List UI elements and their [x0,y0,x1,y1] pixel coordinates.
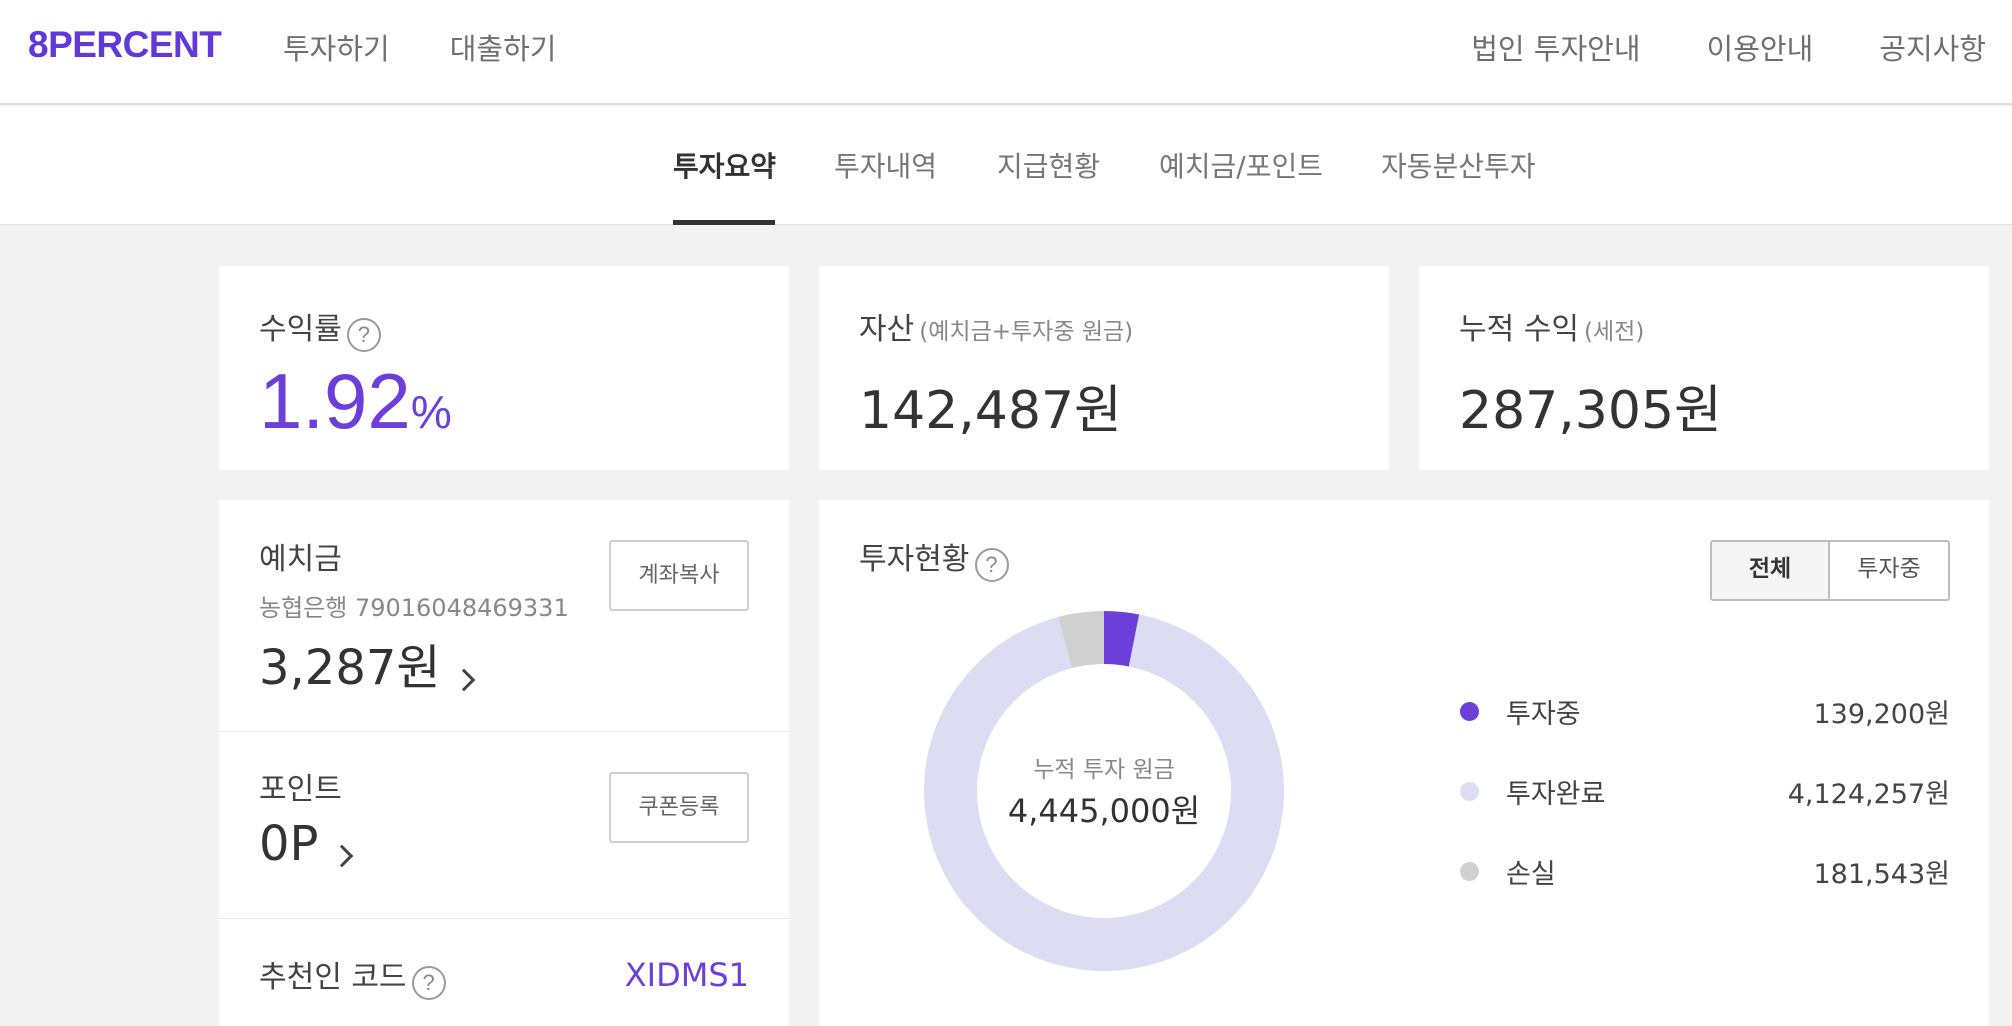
legend-name: 손실 [1506,859,1556,890]
legend-name: 투자완료 [1506,779,1606,810]
assets-value: 142,487원 [859,381,1122,441]
tab-auto-diversified[interactable]: 자동분산투자 [1381,145,1536,185]
copy-account-button[interactable]: 계좌복사 [609,540,749,611]
points-label: 포인트 [259,772,342,807]
assets-sublabel: (예치금+투자중 원금) [919,319,1134,345]
main-nav: 투자하기 대출하기 [283,26,556,68]
nav-corporate-invest-guide[interactable]: 법인 투자안내 [1471,26,1640,68]
investment-filter-toggle: 전체 투자중 [1710,540,1950,601]
assets-card: 자산 (예치금+투자중 원금) 142,487원 [819,266,1389,470]
chevron-right-icon [330,844,353,867]
tab-payment-status[interactable]: 지급현황 [997,145,1100,185]
filter-all-button[interactable]: 전체 [1712,542,1830,599]
logo[interactable]: 8PERCENT [28,24,222,66]
legend-name: 투자중 [1506,699,1581,730]
legend-dot-completed [1460,782,1479,801]
register-coupon-button[interactable]: 쿠폰등록 [609,772,749,843]
help-icon[interactable]: ? [411,965,446,1000]
nav-notice[interactable]: 공지사항 [1879,26,1986,68]
donut-center-label: 누적 투자 원금 [1033,757,1175,783]
legend-item-completed: 투자완료 4,124,257원 [1460,770,1950,810]
cumulative-value: 287,305원 [1459,381,1722,441]
donut-center-value: 4,445,000원 [1007,792,1201,830]
legend-dot-in-progress [1460,702,1479,721]
points-value: 0P [259,816,319,872]
top-navbar: 8PERCENT 투자하기 대출하기 법인 투자안내 이용안내 공지사항 [0,0,2012,105]
legend-item-in-progress: 투자중 139,200원 [1460,690,1950,730]
deposit-amount-link[interactable]: 3,287원 [259,628,475,698]
divider [219,918,789,919]
legend-value: 4,124,257원 [1787,779,1950,810]
nav-usage-guide[interactable]: 이용안내 [1707,26,1814,68]
divider [219,731,789,732]
deposit-account-number: 농협은행 79016048469331 [259,594,569,622]
tab-deposit-points[interactable]: 예치금/포인트 [1159,145,1323,185]
cumulative-sublabel: (세전) [1584,319,1645,345]
legend-value: 139,200원 [1813,699,1951,730]
help-icon[interactable]: ? [346,317,381,352]
active-tab-indicator [673,220,775,225]
referral-label: 추천인 코드 [259,960,407,995]
yield-value: 1.92% [259,357,452,445]
nav-loan[interactable]: 대출하기 [450,26,557,68]
utility-nav: 법인 투자안내 이용안내 공지사항 [1471,26,1986,68]
yield-label: 수익률 [259,312,342,347]
legend-dot-loss [1460,862,1479,881]
legend-value: 181,543원 [1813,859,1951,890]
tab-investment-summary[interactable]: 투자요약 [673,145,776,185]
chevron-right-icon [452,668,475,691]
deposit-label: 예치금 [259,542,342,577]
investment-status-label: 투자현황 [859,542,970,577]
help-icon[interactable]: ? [974,547,1009,582]
legend-item-loss: 손실 181,543원 [1460,850,1950,890]
sub-tab-bar: 투자요약 투자내역 지급현황 예치금/포인트 자동분산투자 [0,107,2012,225]
yield-unit: % [410,386,452,438]
points-amount-link[interactable]: 0P [259,816,353,872]
assets-label: 자산 [859,312,915,347]
cumulative-label: 누적 수익 [1459,312,1579,347]
tab-investment-history[interactable]: 투자내역 [834,145,937,185]
cumulative-earnings-card: 누적 수익 (세전) 287,305원 [1419,266,1989,470]
filter-in-progress-button[interactable]: 투자중 [1830,542,1948,599]
yield-card: 수익률 ? 1.92% [219,266,789,470]
deposit-value: 3,287원 [259,640,441,696]
nav-invest[interactable]: 투자하기 [283,26,390,68]
referral-code[interactable]: XIDMS1 [625,956,749,994]
wallet-panel: 예치금 농협은행 79016048469331 3,287원 계좌복사 포인트 … [219,500,789,1026]
